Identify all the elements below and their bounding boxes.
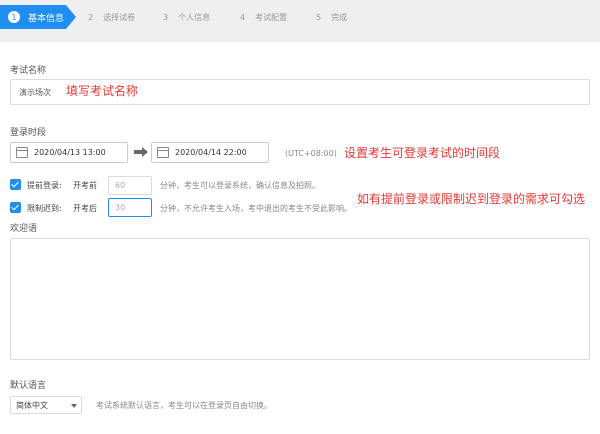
late-limit-description: 分钟，不允许考生入场，考中退出的考生不受此影响。 bbox=[160, 204, 352, 213]
step-bar: 1 基本信息 2 选择试卷 3 个人信息 4 考试配置 5 完成 bbox=[0, 0, 600, 42]
step-2[interactable]: 2 选择试卷 bbox=[88, 12, 135, 23]
language-selected: 简体中文 bbox=[16, 400, 48, 410]
late-limit-minutes-input[interactable]: 30 bbox=[108, 198, 152, 217]
start-date-picker[interactable]: 2020/04/13 13:00 bbox=[10, 142, 128, 163]
end-date-picker[interactable]: 2020/04/14 22:00 bbox=[151, 142, 269, 163]
early-login-minutes: 60 bbox=[115, 181, 126, 190]
step-4[interactable]: 4 考试配置 bbox=[240, 12, 287, 23]
start-date-value: 2020/04/13 13:00 bbox=[34, 148, 106, 157]
step-label: 个人信息 bbox=[178, 13, 211, 22]
step-label: 基本信息 bbox=[28, 13, 65, 24]
welcome-label: 欢迎语 bbox=[10, 224, 38, 234]
late-limit-prefix: 开考后 bbox=[73, 204, 97, 213]
step-number: 3 bbox=[163, 13, 169, 22]
exam-name-value: 演示场次 bbox=[19, 87, 51, 97]
step-label: 考试配置 bbox=[255, 13, 288, 22]
checkbox-annotation: 如有提前登录或限制迟到登录的需求可勾选 bbox=[357, 192, 586, 206]
language-select[interactable]: 简体中文 bbox=[10, 396, 82, 414]
language-hint: 考试系统默认语言，考生可以在登录页自由切换。 bbox=[96, 401, 272, 410]
exam-name-label: 考试名称 bbox=[10, 66, 47, 76]
login-time-annotation: 设置考生可登录考试的时间段 bbox=[344, 146, 501, 160]
calendar-icon bbox=[16, 147, 28, 158]
caret-down-icon bbox=[71, 404, 77, 408]
welcome-textarea[interactable] bbox=[10, 238, 590, 360]
step-number: 5 bbox=[316, 13, 322, 22]
login-time-label: 登录时段 bbox=[10, 128, 47, 138]
early-login-checkbox[interactable] bbox=[10, 179, 21, 190]
step-number: 4 bbox=[240, 13, 246, 22]
step-5[interactable]: 5 完成 bbox=[316, 12, 347, 23]
late-limit-checkbox[interactable] bbox=[10, 202, 21, 213]
early-login-label: 提前登录: bbox=[27, 181, 62, 190]
end-date-value: 2020/04/14 22:00 bbox=[175, 148, 247, 157]
exam-name-annotation: 填写考试名称 bbox=[66, 84, 139, 98]
step-number: 1 bbox=[8, 11, 20, 23]
step-label: 选择试卷 bbox=[103, 13, 136, 22]
late-limit-minutes: 30 bbox=[115, 203, 126, 212]
late-limit-label: 限制迟到: bbox=[27, 204, 62, 213]
early-login-description: 分钟，考生可以登录系统，确认信息及拍照。 bbox=[160, 181, 320, 190]
early-login-prefix: 开考前 bbox=[73, 181, 97, 190]
early-login-minutes-input[interactable]: 60 bbox=[108, 176, 152, 195]
calendar-icon bbox=[157, 147, 169, 158]
language-label: 默认语言 bbox=[10, 381, 47, 391]
step-3[interactable]: 3 个人信息 bbox=[163, 12, 210, 23]
timezone-label: (UTC+08:00) bbox=[285, 149, 337, 158]
step-1-active[interactable]: 1 基本信息 bbox=[0, 5, 76, 29]
step-number: 2 bbox=[88, 13, 94, 22]
arrow-right-icon bbox=[134, 147, 148, 157]
step-label: 完成 bbox=[331, 13, 348, 22]
